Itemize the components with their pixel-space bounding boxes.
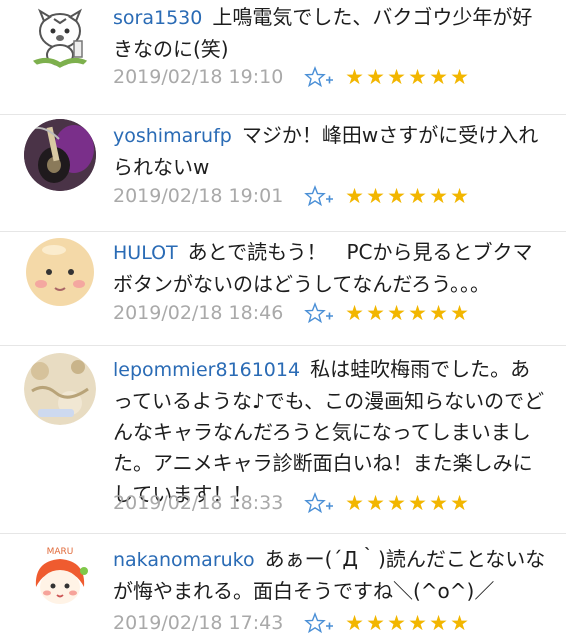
avatar[interactable] xyxy=(24,236,96,308)
star-icon: ★ xyxy=(366,611,385,635)
star-icon: ★ xyxy=(429,611,448,635)
star-rating: ★ ★ ★ ★ ★ ★ xyxy=(344,65,470,89)
star-icon: ★ xyxy=(408,65,427,89)
star-icon: ★ xyxy=(408,184,427,208)
star-icon: ★ xyxy=(450,611,469,635)
add-star-icon[interactable] xyxy=(304,65,334,89)
comment-date: 2019/02/18 17:43 xyxy=(113,612,284,634)
star-icon: ★ xyxy=(429,491,448,515)
star-rating: ★ ★ ★ ★ ★ ★ xyxy=(344,611,470,635)
star-icon: ★ xyxy=(366,301,385,325)
star-icon: ★ xyxy=(450,301,469,325)
comment-meta: 2019/02/18 17:43 ★ ★ ★ ★ ★ ★ xyxy=(113,611,470,635)
svg-text:MARU: MARU xyxy=(47,547,74,557)
comment-item: yoshimarufp マジか！峰田wさすがに受け入れられないw 2019/02/… xyxy=(0,114,566,232)
comment-meta: 2019/02/18 19:10 ★ ★ ★ ★ ★ ★ xyxy=(113,65,470,89)
star-icon: ★ xyxy=(450,184,469,208)
comment-list: sora1530 上鳴電気でした、バクゴウ少年が好きなのに(笑) 2019/02/… xyxy=(0,0,566,640)
star-rating: ★ ★ ★ ★ ★ ★ xyxy=(344,184,470,208)
star-icon: ★ xyxy=(408,611,427,635)
star-icon: ★ xyxy=(366,65,385,89)
maru-girl-avatar: MARU xyxy=(24,541,96,613)
add-star-icon[interactable] xyxy=(304,184,334,208)
star-icon: ★ xyxy=(345,491,364,515)
username-link[interactable]: HULOT xyxy=(113,242,178,264)
star-icon: ★ xyxy=(408,491,427,515)
comment-text-block: sora1530 上鳴電気でした、バクゴウ少年が好きなのに(笑) xyxy=(113,2,546,65)
add-star-icon[interactable] xyxy=(304,491,334,515)
comment-meta: 2019/02/18 18:46 ★ ★ ★ ★ ★ ★ xyxy=(113,301,470,325)
guitar-photo-avatar xyxy=(24,119,96,191)
comment-item: sora1530 上鳴電気でした、バクゴウ少年が好きなのに(笑) 2019/02/… xyxy=(0,0,566,115)
star-icon: ★ xyxy=(387,184,406,208)
star-icon: ★ xyxy=(387,491,406,515)
avatar[interactable] xyxy=(24,119,96,191)
star-icon: ★ xyxy=(345,65,364,89)
comment-meta: 2019/02/18 18:33 ★ ★ ★ ★ ★ ★ xyxy=(113,491,470,515)
comment-text-block: lepommier8161014 私は蛙吹梅雨でした。あっているような♪でも、この… xyxy=(113,354,546,510)
star-icon: ★ xyxy=(387,301,406,325)
comment-text-block: yoshimarufp マジか！峰田wさすがに受け入れられないw xyxy=(113,120,546,183)
comment-text-block: HULOT あとで読もう！ PCから見るとブクマボタンがないのはどうしてなんだろう… xyxy=(113,237,546,300)
comment-item: lepommier8161014 私は蛙吹梅雨でした。あっているような♪でも、この… xyxy=(0,345,566,534)
star-icon: ★ xyxy=(429,65,448,89)
star-rating: ★ ★ ★ ★ ★ ★ xyxy=(344,301,470,325)
comment-date: 2019/02/18 18:46 xyxy=(113,302,284,324)
comment-date: 2019/02/18 18:33 xyxy=(113,492,284,514)
star-rating: ★ ★ ★ ★ ★ ★ xyxy=(344,491,470,515)
star-icon: ★ xyxy=(429,184,448,208)
avatar[interactable] xyxy=(24,353,96,425)
star-icon: ★ xyxy=(366,491,385,515)
comment-item: HULOT あとで読もう！ PCから見るとブクマボタンがないのはどうしてなんだろう… xyxy=(0,231,566,346)
star-icon: ★ xyxy=(387,611,406,635)
comment-date: 2019/02/18 19:01 xyxy=(113,185,284,207)
star-icon: ★ xyxy=(408,301,427,325)
username-link[interactable]: yoshimarufp xyxy=(113,125,232,147)
avatar[interactable]: MARU xyxy=(24,541,96,613)
username-link[interactable]: nakanomaruko xyxy=(113,549,255,571)
bald-face-avatar xyxy=(24,236,96,308)
username-link[interactable]: lepommier8161014 xyxy=(113,359,300,381)
star-icon: ★ xyxy=(450,491,469,515)
comment-text-block: nakanomaruko あぁー(´Д｀)読んだことないなが悔やまれる。面白そうで… xyxy=(113,544,546,607)
comment-date: 2019/02/18 19:10 xyxy=(113,66,284,88)
comment-meta: 2019/02/18 19:01 ★ ★ ★ ★ ★ ★ xyxy=(113,184,470,208)
beige-pattern-avatar xyxy=(24,353,96,425)
star-icon: ★ xyxy=(345,611,364,635)
comment-item: MARU nakanomaruko あぁー(´Д｀)読んだことないなが悔やまれる。… xyxy=(0,533,566,640)
star-icon: ★ xyxy=(345,301,364,325)
add-star-icon[interactable] xyxy=(304,611,334,635)
white-tiger-cartoon-avatar xyxy=(24,1,96,73)
star-icon: ★ xyxy=(345,184,364,208)
star-icon: ★ xyxy=(366,184,385,208)
star-icon: ★ xyxy=(429,301,448,325)
avatar[interactable] xyxy=(24,1,96,73)
add-star-icon[interactable] xyxy=(304,301,334,325)
username-link[interactable]: sora1530 xyxy=(113,7,202,29)
star-icon: ★ xyxy=(387,65,406,89)
star-icon: ★ xyxy=(450,65,469,89)
